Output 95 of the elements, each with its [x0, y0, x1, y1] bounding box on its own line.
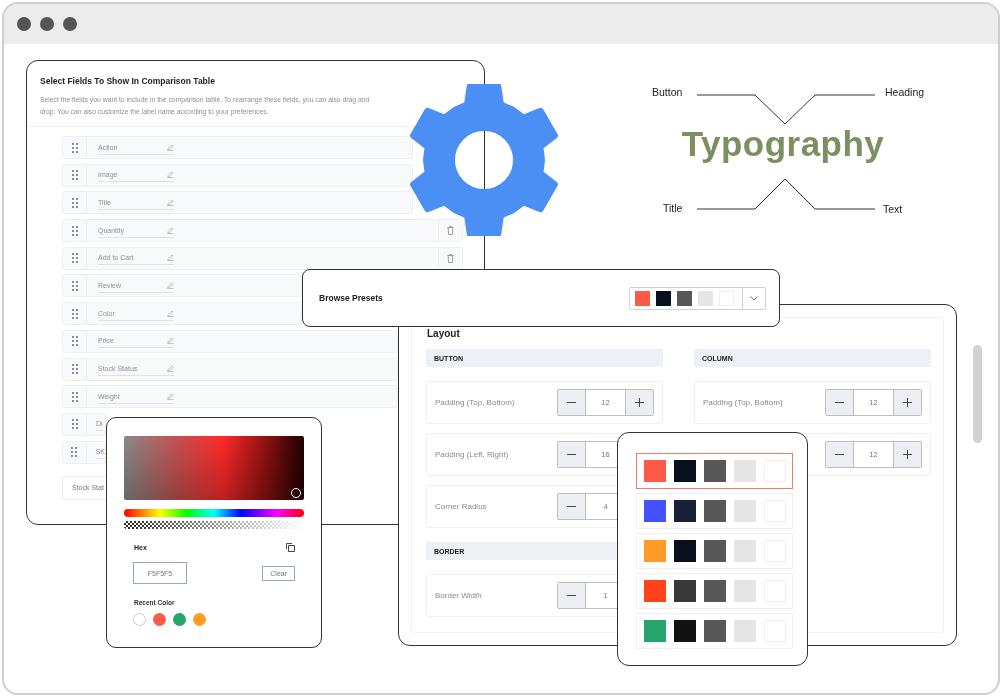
color-swatch[interactable] [674, 540, 696, 562]
minus-icon [567, 454, 576, 455]
color-swatch[interactable] [704, 500, 726, 522]
decrement-button[interactable] [826, 390, 853, 415]
setting-label: Padding (Left, Right) [435, 450, 509, 459]
window-control-icon[interactable] [40, 17, 54, 31]
pencil-icon[interactable] [167, 143, 174, 151]
pencil-icon[interactable] [167, 309, 174, 317]
setting-label: Padding (Top, Bottom) [435, 398, 515, 407]
transparency-strip[interactable] [124, 521, 304, 529]
panel-title: Layout [427, 328, 461, 339]
presets-label: Browse Presets [319, 293, 383, 303]
drag-handle-icon[interactable] [71, 253, 78, 264]
color-dot[interactable] [193, 613, 206, 626]
color-swatch[interactable] [644, 500, 666, 522]
plus-icon [635, 398, 644, 407]
color-swatch[interactable] [734, 460, 756, 482]
drag-handle-icon[interactable] [71, 197, 78, 208]
minus-icon [567, 402, 576, 403]
setting-label: Border Width [435, 591, 482, 600]
pencil-icon[interactable] [167, 337, 174, 345]
decrement-button[interactable] [558, 390, 585, 415]
drag-handle-icon[interactable] [71, 447, 78, 458]
preset-dropdown[interactable] [629, 286, 766, 310]
increment-button[interactable] [894, 390, 921, 415]
color-swatch[interactable] [734, 500, 756, 522]
pencil-icon[interactable] [167, 365, 174, 372]
color-swatch[interactable] [674, 580, 696, 602]
minus-icon [835, 454, 844, 455]
setting-label: Padding (Top, Bottom) [703, 398, 783, 407]
color-swatch[interactable] [674, 460, 696, 482]
pencil-icon[interactable] [167, 226, 174, 234]
color-swatch[interactable] [734, 580, 756, 602]
panel-title: Select Fields To Show In Comparison Table [40, 76, 216, 86]
minus-icon [567, 595, 576, 596]
color-swatch[interactable] [677, 290, 692, 306]
diagram-label: Button [652, 86, 683, 98]
preset-option[interactable] [636, 453, 793, 489]
chevron-down-icon[interactable] [750, 295, 758, 301]
color-swatch[interactable] [734, 620, 756, 642]
decrement-button[interactable] [558, 494, 585, 519]
color-dot[interactable] [133, 613, 146, 626]
drag-handle-icon[interactable] [71, 142, 78, 153]
pencil-icon[interactable] [167, 171, 174, 179]
trash-icon[interactable] [447, 253, 454, 263]
gear-icon [410, 84, 558, 236]
color-swatch[interactable] [644, 540, 666, 562]
color-swatch[interactable] [704, 460, 726, 482]
diagram-label: Heading [885, 86, 925, 98]
decrement-button[interactable] [826, 442, 853, 467]
color-dot[interactable] [153, 613, 166, 626]
decrement-button[interactable] [558, 583, 585, 608]
increment-button[interactable] [894, 442, 921, 467]
color-dot[interactable] [173, 613, 186, 626]
diagram-label: Text [883, 203, 903, 215]
color-swatch[interactable] [734, 540, 756, 562]
copy-icon[interactable] [286, 543, 295, 552]
color-swatch[interactable] [698, 290, 713, 306]
drag-handle-icon[interactable] [71, 280, 78, 291]
setting-label: Corner Radius [435, 502, 487, 511]
trash-icon[interactable] [447, 226, 454, 236]
increment-button[interactable] [626, 390, 653, 415]
color-swatch[interactable] [704, 620, 726, 642]
pencil-icon[interactable] [167, 198, 174, 206]
drag-handle-icon[interactable] [71, 225, 78, 236]
color-swatch[interactable] [674, 620, 696, 642]
plus-icon [903, 398, 912, 407]
drag-handle-icon[interactable] [71, 391, 78, 402]
pencil-icon[interactable] [167, 392, 174, 400]
pencil-icon[interactable] [167, 281, 174, 289]
plus-icon [903, 450, 912, 459]
color-swatch[interactable] [644, 580, 666, 602]
color-field[interactable] [124, 436, 304, 500]
drag-handle-icon[interactable] [71, 419, 78, 430]
color-swatch[interactable] [704, 580, 726, 602]
scrollbar[interactable] [973, 345, 982, 443]
color-swatch[interactable] [644, 620, 666, 642]
pencil-icon[interactable] [167, 254, 174, 262]
drag-handle-icon[interactable] [71, 336, 78, 347]
drag-handle-icon[interactable] [71, 170, 78, 181]
color-swatch[interactable] [674, 500, 696, 522]
typography-heading: Typography [680, 124, 886, 164]
color-swatch[interactable] [656, 290, 671, 306]
hue-spectrum[interactable] [124, 509, 304, 517]
color-swatch[interactable] [704, 540, 726, 562]
color-swatch[interactable] [644, 460, 666, 482]
decrement-button[interactable] [558, 442, 585, 467]
minus-icon [835, 402, 844, 403]
minus-icon [567, 506, 576, 507]
diagram-label: Title [663, 202, 683, 214]
color-swatch[interactable] [635, 290, 650, 306]
window-control-icon[interactable] [63, 17, 77, 31]
window-control-icon[interactable] [17, 17, 31, 31]
drag-handle-icon[interactable] [71, 364, 78, 374]
drag-handle-icon[interactable] [71, 308, 78, 319]
